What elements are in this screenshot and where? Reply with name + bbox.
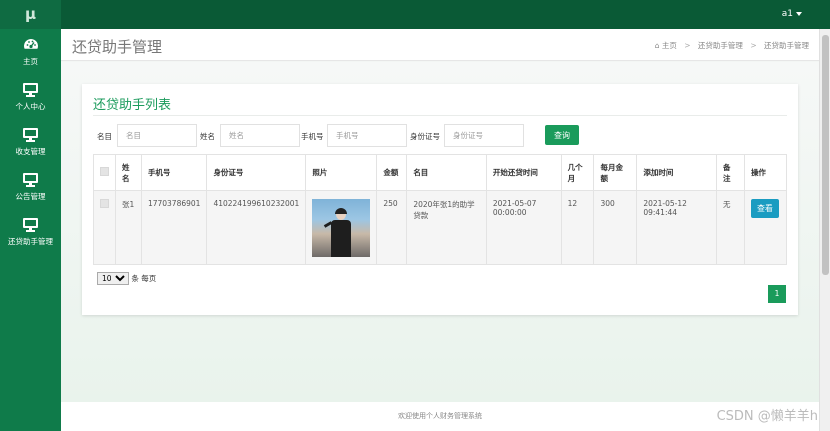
cell-months: 12	[560, 190, 595, 265]
cell-amount: 250	[376, 190, 408, 265]
scrollbar-thumb[interactable]	[822, 35, 829, 275]
page-1-button[interactable]: 1	[768, 285, 786, 303]
breadcrumb-home[interactable]: 主页	[662, 41, 677, 50]
page-header: 还贷助手管理 ⌂ 主页 > 还贷助手管理 > 还贷助手管理	[61, 29, 819, 61]
sidebar: 主页 个人中心 收支管理 公告管理 还贷助手管理	[0, 29, 61, 431]
view-button[interactable]: 查看	[750, 199, 779, 218]
sidebar-item-home[interactable]: 主页	[0, 29, 61, 74]
page-size-control: 10 条 每页	[97, 272, 156, 285]
sidebar-item-label: 公告管理	[15, 192, 46, 201]
page-title: 还贷助手管理	[72, 38, 163, 56]
monitor-icon	[0, 127, 61, 144]
divider	[93, 115, 787, 116]
breadcrumb-current: 还贷助手管理	[764, 41, 809, 50]
row-select-cell	[93, 190, 116, 265]
page-size-label: 条 每页	[131, 274, 157, 283]
cell-add-time: 2021-05-12 09:41:44	[636, 190, 718, 265]
chevron-right-icon: >	[750, 41, 757, 50]
filter-label-item: 名目	[97, 132, 112, 141]
user-name: a1	[781, 9, 793, 19]
cell-start-time: 2021-05-07 00:00:00	[485, 190, 562, 265]
row-checkbox[interactable]	[100, 199, 109, 208]
filter-label-phone: 手机号	[301, 132, 324, 141]
monitor-icon	[0, 172, 61, 189]
column-header: 照片	[305, 154, 378, 191]
monitor-icon	[0, 217, 61, 234]
page-size-select[interactable]: 10	[97, 272, 129, 285]
breadcrumb-item[interactable]: 还贷助手管理	[698, 41, 743, 50]
person-photo	[312, 198, 371, 257]
column-header: 开始还贷时间	[485, 154, 562, 191]
cell-monthly-amount: 300	[593, 190, 638, 265]
column-header: 几个月	[560, 154, 595, 191]
phone-input[interactable]	[327, 124, 407, 147]
table-row: 张1 17703786901 410224199610232001 250 20…	[93, 190, 788, 265]
home-icon: ⌂	[654, 41, 660, 50]
select-all-cell	[93, 154, 116, 191]
user-menu[interactable]: a1	[782, 0, 802, 29]
filter-label-name: 姓名	[200, 132, 215, 141]
sidebar-item-loan-helper[interactable]: 还贷助手管理	[0, 209, 61, 254]
loan-table: 姓名 手机号 身份证号 照片 金额 名目 开始还贷时间 几个月 每月金额 添加时…	[93, 154, 788, 265]
column-header: 名目	[406, 154, 487, 191]
sidebar-item-income-expense[interactable]: 收支管理	[0, 119, 61, 164]
sidebar-item-label: 主页	[23, 57, 38, 66]
top-bar: μ a1	[0, 0, 830, 29]
cell-remark: 无	[716, 190, 745, 265]
chevron-right-icon: >	[684, 41, 691, 50]
cell-phone: 17703786901	[140, 190, 208, 265]
id-number-input[interactable]	[444, 124, 524, 147]
monitor-icon	[0, 82, 61, 99]
list-card: 还贷助手列表 名目 姓名 手机号 身份证号 查询 姓名 手机号 身份证号 照片 …	[82, 84, 798, 315]
cell-id-number: 410224199610232001	[206, 190, 307, 265]
column-header: 操作	[743, 154, 788, 191]
app-logo: μ	[0, 0, 61, 29]
name-input[interactable]	[220, 124, 300, 147]
sidebar-item-profile[interactable]: 个人中心	[0, 74, 61, 119]
sidebar-item-announcements[interactable]: 公告管理	[0, 164, 61, 209]
dashboard-icon	[0, 37, 61, 54]
item-input[interactable]	[117, 124, 197, 147]
vertical-scrollbar[interactable]	[819, 29, 830, 431]
cell-actions: 查看	[743, 190, 788, 265]
column-header: 添加时间	[636, 154, 718, 191]
watermark: CSDN @懒羊羊h	[716, 409, 818, 424]
select-all-checkbox[interactable]	[100, 167, 109, 176]
cell-photo	[305, 190, 378, 265]
column-header: 备注	[716, 154, 745, 191]
card-title: 还贷助手列表	[93, 98, 172, 113]
cell-item: 2020年张1的助学贷款	[406, 190, 487, 265]
column-header: 金额	[376, 154, 408, 191]
query-button[interactable]: 查询	[545, 125, 579, 145]
column-header: 每月金额	[593, 154, 638, 191]
table-header-row: 姓名 手机号 身份证号 照片 金额 名目 开始还贷时间 几个月 每月金额 添加时…	[93, 154, 788, 191]
column-header: 手机号	[140, 154, 208, 191]
cell-name: 张1	[115, 190, 142, 265]
column-header: 姓名	[115, 154, 142, 191]
breadcrumb: ⌂ 主页 > 还贷助手管理 > 还贷助手管理	[655, 40, 809, 51]
sidebar-item-label: 收支管理	[15, 147, 46, 156]
sidebar-item-label: 个人中心	[15, 102, 46, 111]
footer: 欢迎使用个人财务管理系统	[61, 402, 819, 431]
filter-label-id: 身份证号	[410, 132, 440, 141]
column-header: 身份证号	[206, 154, 307, 191]
caret-down-icon	[796, 11, 802, 16]
sidebar-item-label: 还贷助手管理	[8, 237, 53, 246]
